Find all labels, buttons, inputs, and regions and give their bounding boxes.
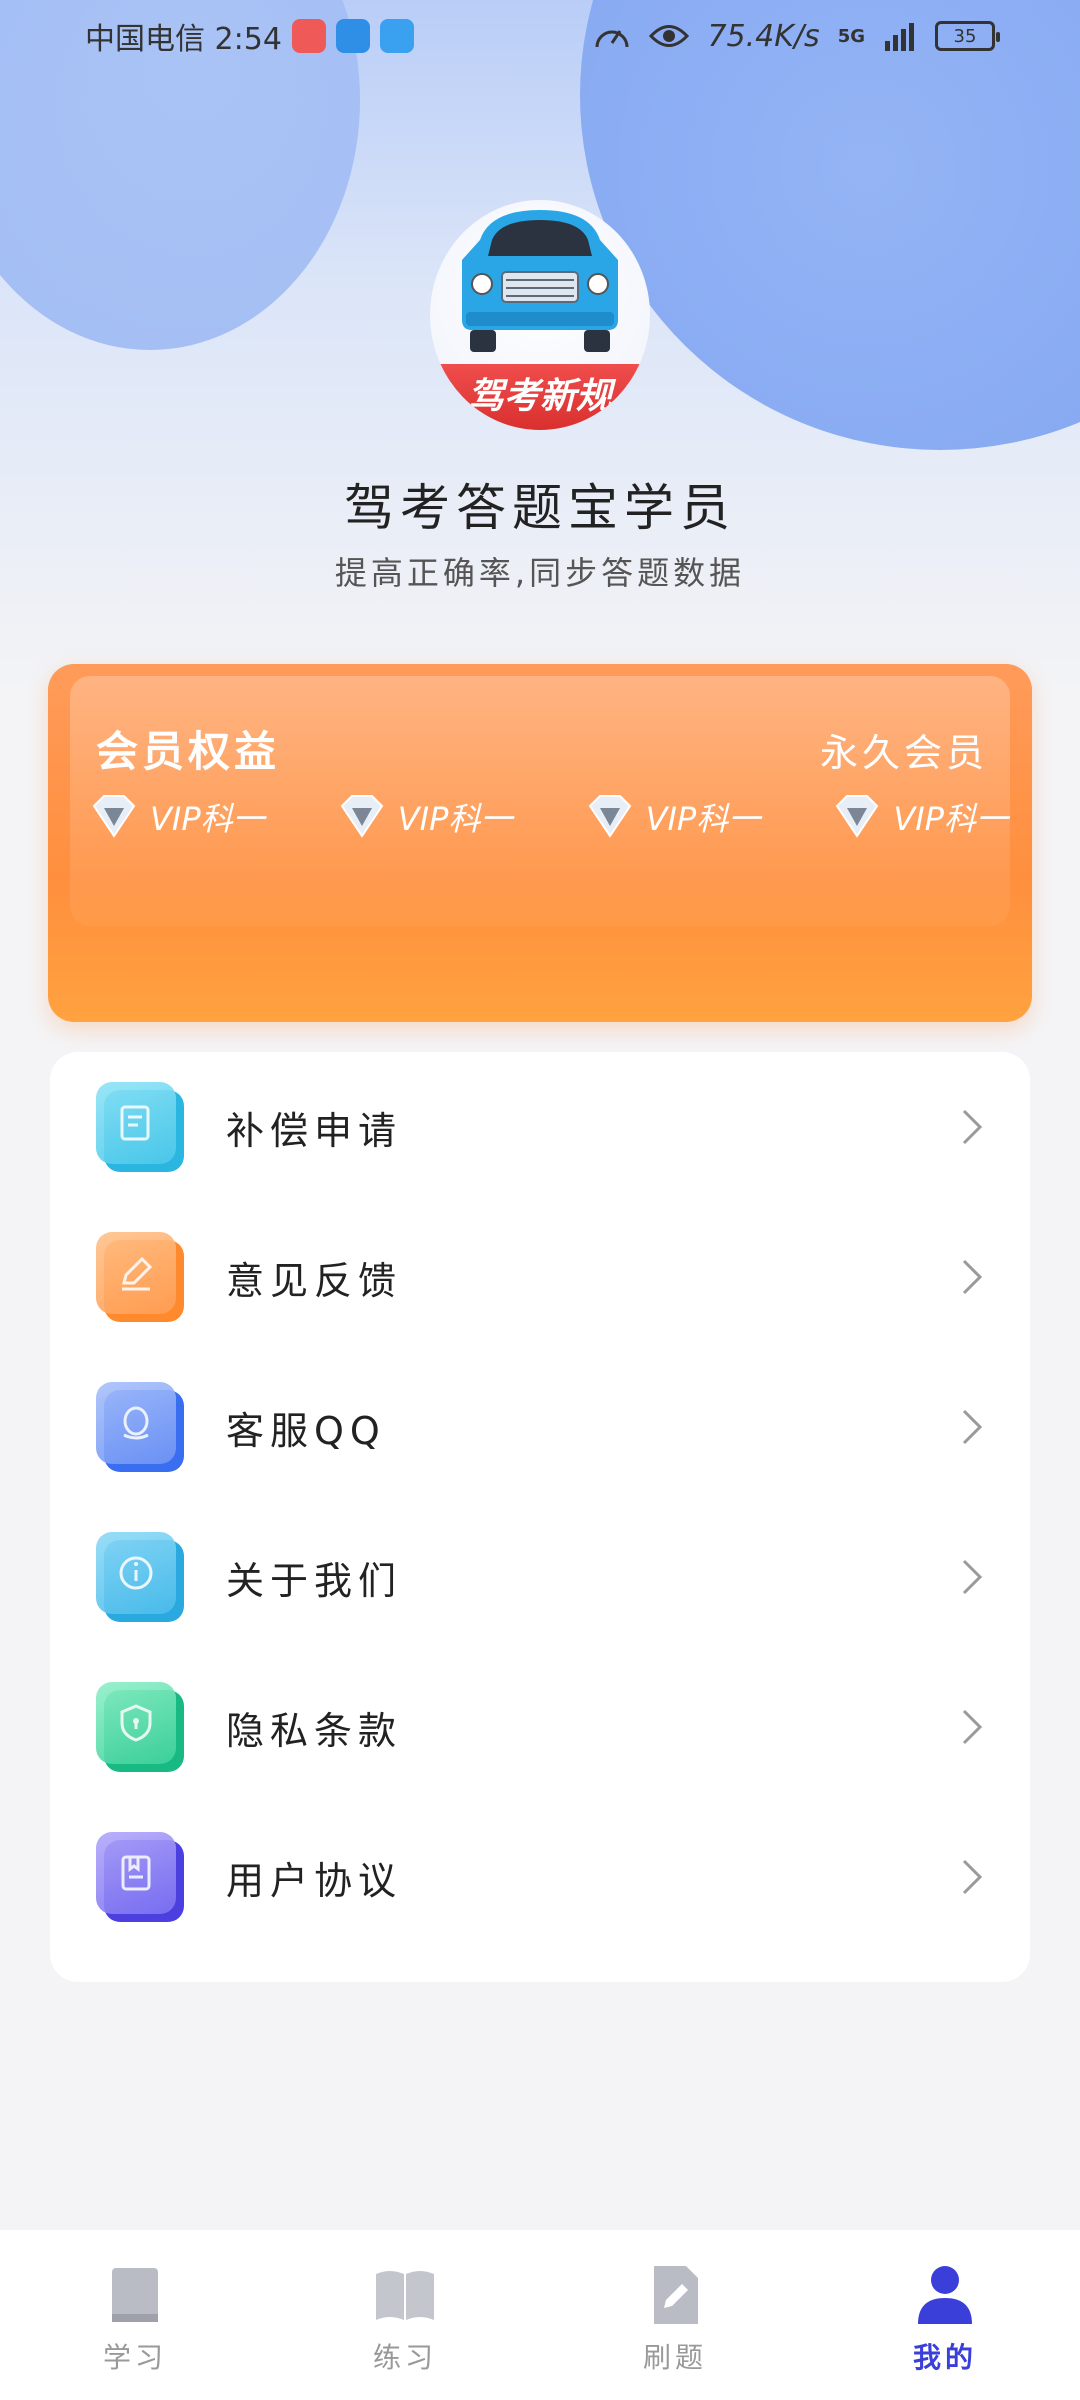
vip-item-label: VIP科一 (397, 800, 513, 838)
chevron-right-icon (962, 1409, 983, 1445)
nav-item-mine[interactable]: 我的 (845, 2260, 1045, 2376)
eye-icon (649, 25, 690, 47)
vip-item: VIP科一 (88, 792, 265, 842)
battery-icon: 35 (935, 21, 1000, 51)
document-icon (96, 1082, 186, 1172)
vip-items: VIP科一 VIP科一 VIP科一 VIP科一 (88, 792, 1008, 842)
qq-icon (96, 1382, 186, 1472)
speed-gauge-icon (595, 30, 629, 48)
nav-label: 练习 (372, 2341, 437, 2374)
menu-label: 用户协议 (226, 1858, 403, 1903)
page-subtitle: 提高正确率,同步答题数据 (334, 554, 746, 592)
logo-banner: 驾考新规 (430, 364, 650, 430)
menu-item-compensation[interactable]: 补偿申请 (50, 1052, 1030, 1202)
diamond-icon (340, 795, 384, 838)
app-logo: 驾考新规 (430, 200, 650, 430)
menu-item-about-us[interactable]: 关于我们 (50, 1502, 1030, 1652)
menu-label: 客服QQ (226, 1408, 386, 1453)
vip-item-label: VIP科一 (645, 800, 761, 838)
menu-label: 意见反馈 (226, 1258, 403, 1303)
settings-menu: 补偿申请 意见反馈 客服QQ 关于我们 隐私条款 用户协议 (50, 1052, 1030, 1982)
status-right: 75.4K/s 5G 35 (593, 18, 1000, 54)
net-speed: 75.4K/s (707, 18, 820, 54)
nav-label: 我的 (912, 2341, 977, 2374)
car-icon (462, 210, 618, 352)
note-edit-icon (654, 2266, 698, 2324)
weather-notification-icon (379, 19, 414, 53)
nav-label: 刷题 (642, 2341, 707, 2374)
carrier-time: 中国电信 2:54 (85, 22, 282, 57)
app-notification-icon (291, 19, 326, 53)
chevron-right-icon (962, 1109, 983, 1145)
bottom-nav: 学习 练习 刷题 我的 (0, 2230, 1080, 2400)
shield-icon (96, 1682, 186, 1772)
menu-label: 隐私条款 (226, 1708, 403, 1753)
book-open-icon (376, 2271, 434, 2320)
diamond-icon (92, 795, 136, 838)
menu-item-feedback[interactable]: 意见反馈 (50, 1202, 1030, 1352)
vip-item: VIP科一 (831, 792, 1008, 842)
status-left: 中国电信 2:54 (85, 14, 414, 58)
vip-item: VIP科一 (584, 792, 761, 842)
menu-label: 补偿申请 (226, 1108, 403, 1153)
signal-icon (885, 23, 914, 51)
menu-label: 关于我们 (226, 1558, 403, 1603)
nav-label: 学习 (102, 2341, 167, 2374)
battery-level: 35 (953, 25, 977, 47)
nav-item-quiz[interactable]: 刷题 (575, 2260, 775, 2376)
diamond-icon (836, 795, 879, 838)
chevron-right-icon (962, 1859, 983, 1895)
menu-item-qq-support[interactable]: 客服QQ (50, 1352, 1030, 1502)
vip-item-label: VIP科一 (893, 800, 1008, 838)
browser-notification-icon (335, 19, 370, 53)
vip-item: VIP科一 (336, 792, 513, 842)
vip-item-label: VIP科一 (150, 800, 265, 838)
page-title: 驾考答题宝学员 (344, 479, 736, 537)
nav-item-study[interactable]: 学习 (35, 2260, 235, 2376)
chevron-right-icon (962, 1259, 983, 1295)
vip-benefits-card[interactable]: 会员权益 永久会员 VIP科一 VIP科一 VIP科一 VIP科一 (48, 664, 1032, 1022)
vip-title: 会员权益 (96, 727, 281, 776)
edit-icon (96, 1232, 186, 1322)
info-icon (96, 1532, 186, 1622)
menu-item-privacy[interactable]: 隐私条款 (50, 1652, 1030, 1802)
diamond-icon (588, 795, 631, 838)
nav-item-practice[interactable]: 练习 (305, 2260, 505, 2376)
book-closed-icon (112, 2268, 158, 2322)
chevron-right-icon (962, 1709, 983, 1745)
menu-item-user-agreement[interactable]: 用户协议 (50, 1802, 1030, 1952)
book-icon (96, 1832, 186, 1922)
user-icon (918, 2266, 972, 2324)
network-type: 5G (837, 25, 865, 47)
status-bar: 中国电信 2:54 75.4K/s 5G 35 (0, 0, 1080, 72)
chevron-right-icon (962, 1559, 983, 1595)
vip-status: 永久会员 (819, 731, 988, 775)
